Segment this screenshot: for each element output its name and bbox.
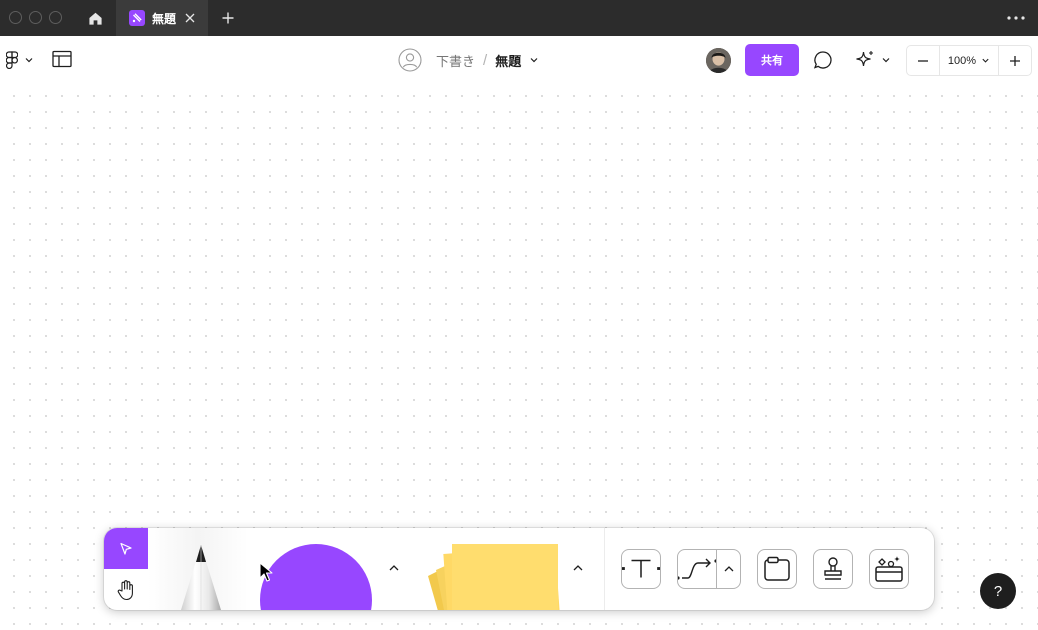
chevron-down-icon [982,58,989,63]
ai-tools-button[interactable] [854,48,894,72]
more-tools-button[interactable] [869,549,909,589]
section-icon [764,556,790,581]
share-button[interactable]: 共有 [745,44,799,76]
shape-tool[interactable] [260,544,372,610]
user-circle-icon[interactable] [398,48,422,72]
chevron-up-icon[interactable] [723,563,735,575]
main-menu-button[interactable] [6,50,40,70]
stamp-icon [824,557,842,580]
text-icon [622,559,660,578]
chevron-down-icon[interactable] [529,55,539,65]
dock-divider [604,528,605,610]
header-toolbar: 下書き / 無題 共有 100% [0,36,1038,84]
chevron-up-icon [573,565,583,571]
zoom-in-button[interactable] [999,46,1031,75]
title-bar: 無題 [0,0,1038,36]
home-button[interactable] [76,0,114,36]
hand-icon [117,579,133,600]
breadcrumb-separator: / [483,51,488,69]
help-button[interactable]: ? [980,573,1016,609]
connector-icon [678,558,716,580]
cursor-arrow-icon [120,542,132,555]
hand-tool[interactable] [104,569,148,610]
stamp-tool[interactable] [813,549,853,589]
text-tool[interactable] [621,549,661,589]
home-icon [88,12,102,25]
move-tool[interactable] [104,528,148,569]
file-breadcrumb: 下書き / 無題 [398,48,539,72]
zoom-out-button[interactable] [907,46,940,75]
plus-icon [1010,55,1020,66]
toolbox-icon [875,556,903,582]
layout-panel-button[interactable] [52,50,74,70]
connector-divider [716,550,717,588]
plus-icon [222,12,234,24]
more-horizontal-icon [1007,16,1025,20]
figjam-file-icon [129,10,145,26]
mouse-cursor-icon [259,562,273,582]
comment-icon [813,51,832,69]
chevron-down-icon [25,58,33,63]
new-tab-button[interactable] [216,6,240,30]
more-menu-button[interactable] [1002,6,1030,30]
layout-panel-icon [52,50,72,68]
tab-title: 無題 [152,11,177,26]
tool-dock [104,528,934,610]
sticky-options-button[interactable] [569,559,587,577]
chevron-up-icon [389,565,399,571]
file-name[interactable]: 無題 [495,51,521,70]
window-zoom-dot[interactable] [49,11,62,24]
window-minimize-dot[interactable] [29,11,42,24]
zoom-level-value: 100% [947,54,977,67]
chevron-down-icon [882,58,890,63]
figma-logo-icon [6,51,18,69]
sticky-note-tool[interactable] [424,542,564,610]
zoom-controls: 100% [906,45,1032,76]
avatar[interactable] [706,48,731,73]
connector-tool[interactable] [677,549,741,589]
comment-button[interactable] [812,49,834,71]
tab-file[interactable]: 無題 [116,0,208,36]
minus-icon [918,59,928,62]
drafts-link[interactable]: 下書き [436,51,475,70]
marker-tool[interactable] [178,542,224,610]
close-icon[interactable] [182,10,198,26]
zoom-level-select[interactable]: 100% [940,46,999,75]
sparkle-icon [856,51,873,67]
window-close-dot[interactable] [9,11,22,24]
section-tool[interactable] [757,549,797,589]
shape-options-button[interactable] [385,559,403,577]
